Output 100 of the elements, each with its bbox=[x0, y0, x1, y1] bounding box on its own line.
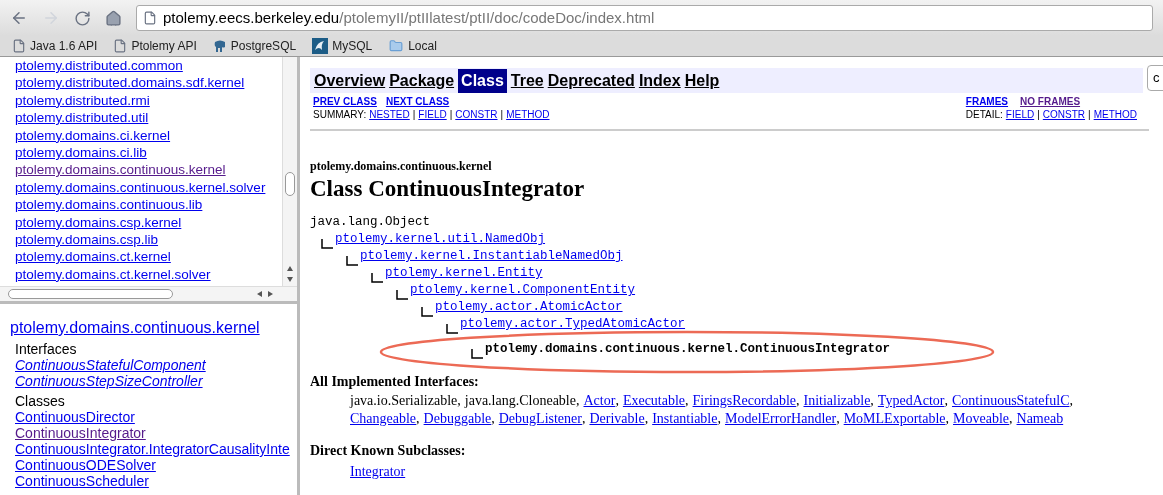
class-link[interactable]: ptolemy.kernel.util.NamedObj bbox=[335, 230, 546, 249]
class-link[interactable]: ContinuousStatefulComponent bbox=[15, 357, 206, 373]
class-link[interactable]: ptolemy.kernel.Entity bbox=[385, 264, 543, 283]
detail-link[interactable]: CONSTR bbox=[1042, 108, 1086, 121]
class-link[interactable]: ContinuousIntegrator.IntegratorCausalityInte bbox=[15, 441, 290, 457]
separator: , bbox=[491, 410, 495, 428]
interface-link[interactable]: Moveable bbox=[953, 410, 1009, 428]
interface-link[interactable]: MoMLExportable bbox=[843, 410, 946, 428]
tree-branch-icon bbox=[371, 273, 383, 283]
package-link[interactable]: ptolemy.domains.ct.kernel bbox=[15, 249, 171, 265]
package-link[interactable]: ptolemy.domains.csp.lib bbox=[15, 232, 159, 248]
summary-link[interactable]: CONSTR bbox=[455, 108, 498, 121]
package-link[interactable]: ptolemy.domains.continuous.lib bbox=[15, 197, 203, 213]
separator: | bbox=[500, 108, 504, 121]
interface-link[interactable]: Actor bbox=[583, 392, 616, 410]
subclass-link[interactable]: Integrator bbox=[350, 464, 406, 479]
bookmark[interactable]: MySQL bbox=[312, 37, 373, 55]
summary-link[interactable]: FIELD bbox=[418, 108, 447, 121]
nav-link[interactable]: NO FRAMES bbox=[1020, 95, 1081, 108]
separator: , bbox=[796, 392, 800, 410]
nav-tab[interactable]: Index bbox=[638, 68, 681, 93]
detail-link[interactable]: FIELD bbox=[1005, 108, 1035, 121]
nav-tab[interactable]: Overview bbox=[314, 68, 386, 93]
reload-icon[interactable] bbox=[74, 9, 91, 27]
summary-link[interactable]: NESTED bbox=[369, 108, 410, 121]
folder-icon bbox=[388, 39, 405, 53]
class-link[interactable]: ptolemy.kernel.InstantiableNamedObj bbox=[360, 247, 623, 266]
bookmark[interactable]: Ptolemy API bbox=[113, 37, 197, 55]
separator: , bbox=[944, 392, 948, 410]
package-title-link[interactable]: ptolemy.domains.continuous.kernel bbox=[10, 319, 260, 336]
separator: , bbox=[581, 410, 586, 428]
nav-link[interactable]: PREV CLASS bbox=[313, 95, 377, 108]
tree-branch-icon bbox=[321, 239, 333, 249]
separator: , bbox=[717, 410, 721, 428]
package-link[interactable]: ptolemy.domains.csp.kernel bbox=[15, 214, 182, 230]
separator: , bbox=[685, 392, 689, 410]
address-bar[interactable]: ptolemy.eecs.berkeley.edu/ptolemyII/ptIIlatest/ptII/doc/codeDoc/index.html bbox=[136, 5, 1153, 31]
class-link[interactable]: ContinuousODESolver bbox=[15, 457, 156, 473]
tree-branch-icon bbox=[446, 324, 458, 334]
bookmark[interactable]: PostgreSQL bbox=[212, 37, 297, 55]
scroll-arrows-icon[interactable] bbox=[286, 264, 294, 284]
section-heading: Interfaces bbox=[15, 341, 78, 357]
class-link[interactable]: ContinuousStepSizeController bbox=[15, 373, 203, 389]
class-link[interactable]: ContinuousScheduler bbox=[15, 473, 149, 489]
tree-branch-icon bbox=[396, 290, 408, 300]
package-link[interactable]: ptolemy.domains.ci.kernel bbox=[15, 127, 171, 143]
nav-link[interactable]: FRAMES bbox=[965, 95, 1009, 108]
dolphin-icon bbox=[312, 38, 329, 54]
class-link[interactable]: ptolemy.kernel.ComponentEntity bbox=[410, 281, 636, 300]
separator: , bbox=[945, 410, 950, 428]
class-link[interactable]: ptolemy.actor.AtomicActor bbox=[435, 298, 623, 317]
bookmark[interactable]: Java 1.6 API bbox=[12, 37, 98, 55]
package-link[interactable]: ptolemy.domains.ct.kernel.solver bbox=[15, 266, 211, 282]
back-icon[interactable] bbox=[10, 9, 28, 27]
nav-tab[interactable]: Package bbox=[389, 68, 455, 93]
horizontal-scrollbar[interactable] bbox=[0, 286, 297, 301]
summary-link[interactable]: METHOD bbox=[506, 108, 550, 121]
separator: , bbox=[615, 392, 619, 410]
package-link[interactable]: ptolemy.domains.continuous.kernel bbox=[15, 162, 226, 178]
section-heading: Classes bbox=[15, 393, 66, 409]
page-icon bbox=[143, 11, 157, 25]
scroll-arrows-icon[interactable] bbox=[255, 290, 275, 298]
separator: , bbox=[870, 392, 874, 410]
class-link[interactable]: ContinuousIntegrator bbox=[15, 425, 146, 441]
scroll-thumb[interactable] bbox=[285, 172, 295, 196]
interface-link[interactable]: FiringsRecordable bbox=[692, 392, 796, 410]
package-link[interactable]: ptolemy.distributed.common bbox=[15, 58, 183, 73]
package-link[interactable]: ptolemy.domains.continuous.kernel.solver bbox=[15, 179, 266, 195]
scroll-thumb[interactable] bbox=[8, 289, 173, 299]
separator: , bbox=[416, 410, 420, 428]
class-link[interactable]: ContinuousDirector bbox=[15, 409, 135, 425]
separator: , bbox=[644, 410, 649, 428]
nav-tab[interactable]: Tree bbox=[510, 68, 544, 93]
separator: , bbox=[1069, 392, 1073, 410]
nav-tab[interactable]: Help bbox=[684, 68, 720, 93]
class-link[interactable]: ptolemy.actor.TypedAtomicActor bbox=[460, 315, 686, 334]
bookmark[interactable]: Local bbox=[388, 37, 437, 55]
separator: | bbox=[1088, 108, 1091, 121]
separator: , bbox=[576, 392, 580, 410]
interface-link[interactable]: Derivable bbox=[589, 410, 645, 428]
nav-tab[interactable]: Class bbox=[458, 68, 507, 93]
nav-tab[interactable]: Deprecated bbox=[547, 68, 635, 93]
interface-link[interactable]: Changeable bbox=[350, 410, 417, 428]
url-text: ptolemy.eecs.berkeley.edu/ptolemyII/ptIIlatest/ptII/doc/codeDoc/index.html bbox=[163, 7, 655, 28]
package-link[interactable]: ptolemy.distributed.domains.sdf.kernel bbox=[15, 75, 245, 91]
vertical-scrollbar[interactable] bbox=[282, 57, 297, 286]
home-icon[interactable] bbox=[105, 9, 122, 27]
package-link[interactable]: ptolemy.distributed.rmi bbox=[15, 92, 150, 108]
search-field[interactable]: c bbox=[1147, 65, 1163, 91]
package-link[interactable]: ptolemy.distributed.util bbox=[15, 110, 149, 126]
interface-link[interactable]: TypedActor bbox=[877, 392, 945, 410]
detail-link[interactable]: METHOD bbox=[1093, 108, 1137, 121]
nav-link[interactable]: NEXT CLASS bbox=[385, 95, 450, 108]
package-link[interactable]: ptolemy.domains.ci.lib bbox=[15, 145, 147, 161]
interface-link[interactable]: ModelErrorHandler bbox=[724, 410, 837, 428]
page-icon bbox=[12, 39, 26, 53]
interface-link[interactable]: Nameab bbox=[1016, 410, 1064, 428]
interface-link[interactable]: Executable bbox=[622, 392, 686, 410]
interface-link[interactable]: DebugListener bbox=[498, 410, 582, 428]
detail-label: DETAIL: bbox=[965, 108, 1003, 121]
